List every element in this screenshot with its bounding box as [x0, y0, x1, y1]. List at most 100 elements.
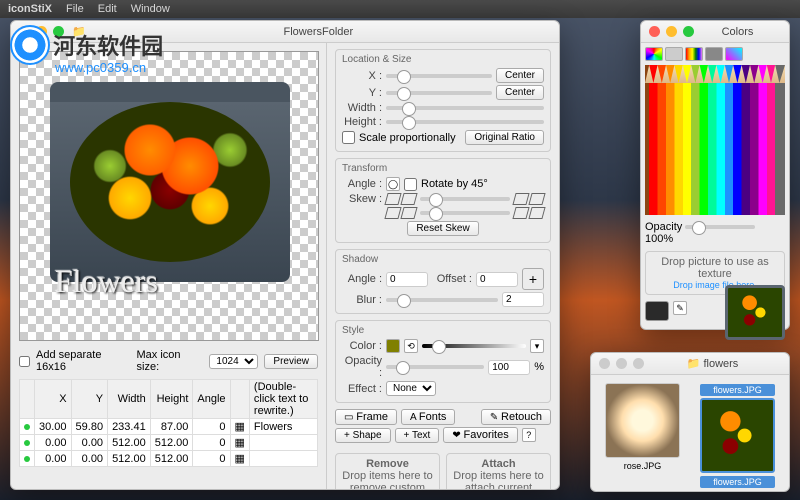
blur-input[interactable] [502, 292, 544, 307]
help-icon[interactable]: ? [522, 428, 536, 442]
add-shape-button[interactable]: + Shape [335, 428, 391, 443]
width-slider[interactable] [386, 106, 544, 110]
maximize-button[interactable] [683, 26, 694, 37]
skew-v-slider[interactable] [420, 211, 510, 215]
colors-titlebar[interactable]: Colors [641, 21, 789, 43]
eyedropper-icon[interactable]: ✎ [673, 301, 687, 315]
blur-slider[interactable] [386, 298, 498, 302]
attach-dropzone[interactable]: Attach Drop items here to attach current… [446, 453, 551, 489]
color-wheel-tab[interactable] [645, 47, 663, 61]
table-row[interactable]: 30.0059.80233.4187.000▦Flowers [20, 419, 318, 435]
skew-icon[interactable] [400, 193, 417, 205]
menu-window[interactable]: Window [131, 3, 170, 15]
location-section: Location & Size X :Center Y :Center Widt… [335, 49, 551, 152]
color-sliders-tab[interactable] [665, 47, 683, 61]
reset-skew-button[interactable]: Reset Skew [407, 221, 478, 236]
text-layer[interactable]: Flowers [55, 263, 158, 300]
y-center-button[interactable]: Center [496, 85, 544, 100]
maxsize-label: Max icon size: [137, 349, 204, 373]
image-layer[interactable] [70, 102, 270, 262]
minimize-button[interactable] [616, 358, 627, 369]
shadow-add-button[interactable]: + [522, 268, 544, 290]
color-mode-tabs [645, 47, 785, 61]
colors-window: Colors Opacity 100% Drop picture to use … [640, 20, 790, 330]
skew-icon[interactable] [384, 193, 401, 205]
thumbnail-image [605, 383, 680, 458]
add-16x16-label: Add separate 16x16 [36, 349, 131, 373]
menu-edit[interactable]: Edit [98, 3, 117, 15]
watermark-url: www.pc0359.cn [55, 60, 163, 75]
skew-icon[interactable] [528, 207, 545, 219]
color-image-tab[interactable] [705, 47, 723, 61]
browser-window: 📁 flowers rose.JPG flowers.JPG flowers.J… [590, 352, 790, 492]
watermark-site: 河东软件园 [53, 34, 163, 59]
effect-select[interactable]: None [386, 381, 436, 396]
dragging-thumbnail[interactable] [725, 285, 785, 340]
colors-title: Colors [694, 26, 781, 38]
brightness-slider[interactable] [422, 344, 526, 348]
layers-table[interactable]: X Y Width Height Angle (Double-click tex… [19, 379, 318, 467]
watermark-logo [10, 25, 50, 65]
color-pencils-tab[interactable] [725, 47, 743, 61]
height-slider[interactable] [386, 120, 544, 124]
shadow-section: Shadow Angle :Offset :+ Blur : [335, 249, 551, 314]
table-row[interactable]: 0.000.00512.00512.000▦ [20, 451, 318, 467]
close-button[interactable] [649, 26, 660, 37]
canvas-panel: Flowers Add separate 16x16 Max icon size… [11, 43, 326, 489]
opacity-input[interactable] [488, 360, 530, 375]
skew-icon[interactable] [384, 207, 401, 219]
icon-canvas[interactable]: Flowers [19, 51, 319, 341]
original-ratio-button[interactable]: Original Ratio [465, 130, 544, 145]
shadow-offset-input[interactable] [476, 272, 518, 287]
remove-dropzone[interactable]: Remove Drop items here to remove custom … [335, 453, 440, 489]
style-menu-icon[interactable]: ▾ [530, 339, 544, 353]
retouch-button[interactable]: ✎ Retouch [481, 409, 551, 425]
thumbnail-badge: flowers.JPG [700, 384, 775, 396]
y-slider[interactable] [386, 91, 492, 95]
thumbnail-image [700, 398, 775, 473]
menu-file[interactable]: File [66, 3, 84, 15]
maximize-button[interactable] [633, 358, 644, 369]
thumbnail-label: flowers.JPG [700, 476, 775, 488]
add-16x16-checkbox[interactable] [19, 356, 30, 367]
current-color-swatch[interactable] [645, 301, 669, 321]
style-section: Style Color :⟲▾ Opacity :% Effect :None [335, 320, 551, 403]
table-row[interactable]: 0.000.00512.00512.000▦ [20, 435, 318, 451]
color-opacity-slider[interactable] [685, 225, 755, 229]
favorites-button[interactable]: ❤ Favorites [443, 427, 517, 443]
file-thumbnail[interactable]: flowers.JPG flowers.JPG [700, 383, 775, 488]
opacity-value: 100% [645, 233, 673, 245]
scale-prop-checkbox[interactable] [342, 131, 355, 144]
rotate45-checkbox[interactable] [404, 178, 417, 191]
rotate-dial[interactable]: ◯ [386, 177, 400, 191]
file-thumbnail[interactable]: rose.JPG [605, 383, 680, 488]
preview-button[interactable]: Preview [264, 354, 318, 369]
minimize-button[interactable] [666, 26, 677, 37]
x-center-button[interactable]: Center [496, 68, 544, 83]
frame-button[interactable]: ▭ Frame [335, 409, 397, 425]
close-button[interactable] [599, 358, 610, 369]
add-text-button[interactable]: + Text [395, 428, 440, 443]
shadow-angle-input[interactable] [386, 272, 428, 287]
skew-icon[interactable] [528, 193, 545, 205]
color-refresh-icon[interactable]: ⟲ [404, 339, 418, 353]
skew-h-slider[interactable] [420, 197, 510, 201]
main-window: 📁 FlowersFolder Flowers Add separate 16x… [10, 20, 560, 490]
watermark: 河东软件园 www.pc0359.cn [10, 25, 163, 75]
fonts-button[interactable]: A Fonts [401, 409, 455, 425]
x-slider[interactable] [386, 74, 492, 78]
pencil-picker[interactable] [645, 65, 785, 215]
browser-titlebar[interactable]: 📁 flowers [591, 353, 789, 375]
opacity-label: Opacity [645, 221, 682, 233]
skew-icon[interactable] [512, 207, 529, 219]
thumbnail-label: rose.JPG [605, 461, 680, 471]
maxsize-select[interactable]: 1024 [209, 354, 258, 369]
properties-panel: Location & Size X :Center Y :Center Widt… [326, 43, 559, 489]
skew-icon[interactable] [400, 207, 417, 219]
color-palette-tab[interactable] [685, 47, 703, 61]
transform-section: Transform Angle :◯Rotate by 45° Skew : R… [335, 158, 551, 243]
skew-icon[interactable] [512, 193, 529, 205]
color-swatch[interactable] [386, 339, 400, 353]
opacity-slider[interactable] [386, 365, 484, 369]
app-menu[interactable]: iconStiX [8, 3, 52, 15]
